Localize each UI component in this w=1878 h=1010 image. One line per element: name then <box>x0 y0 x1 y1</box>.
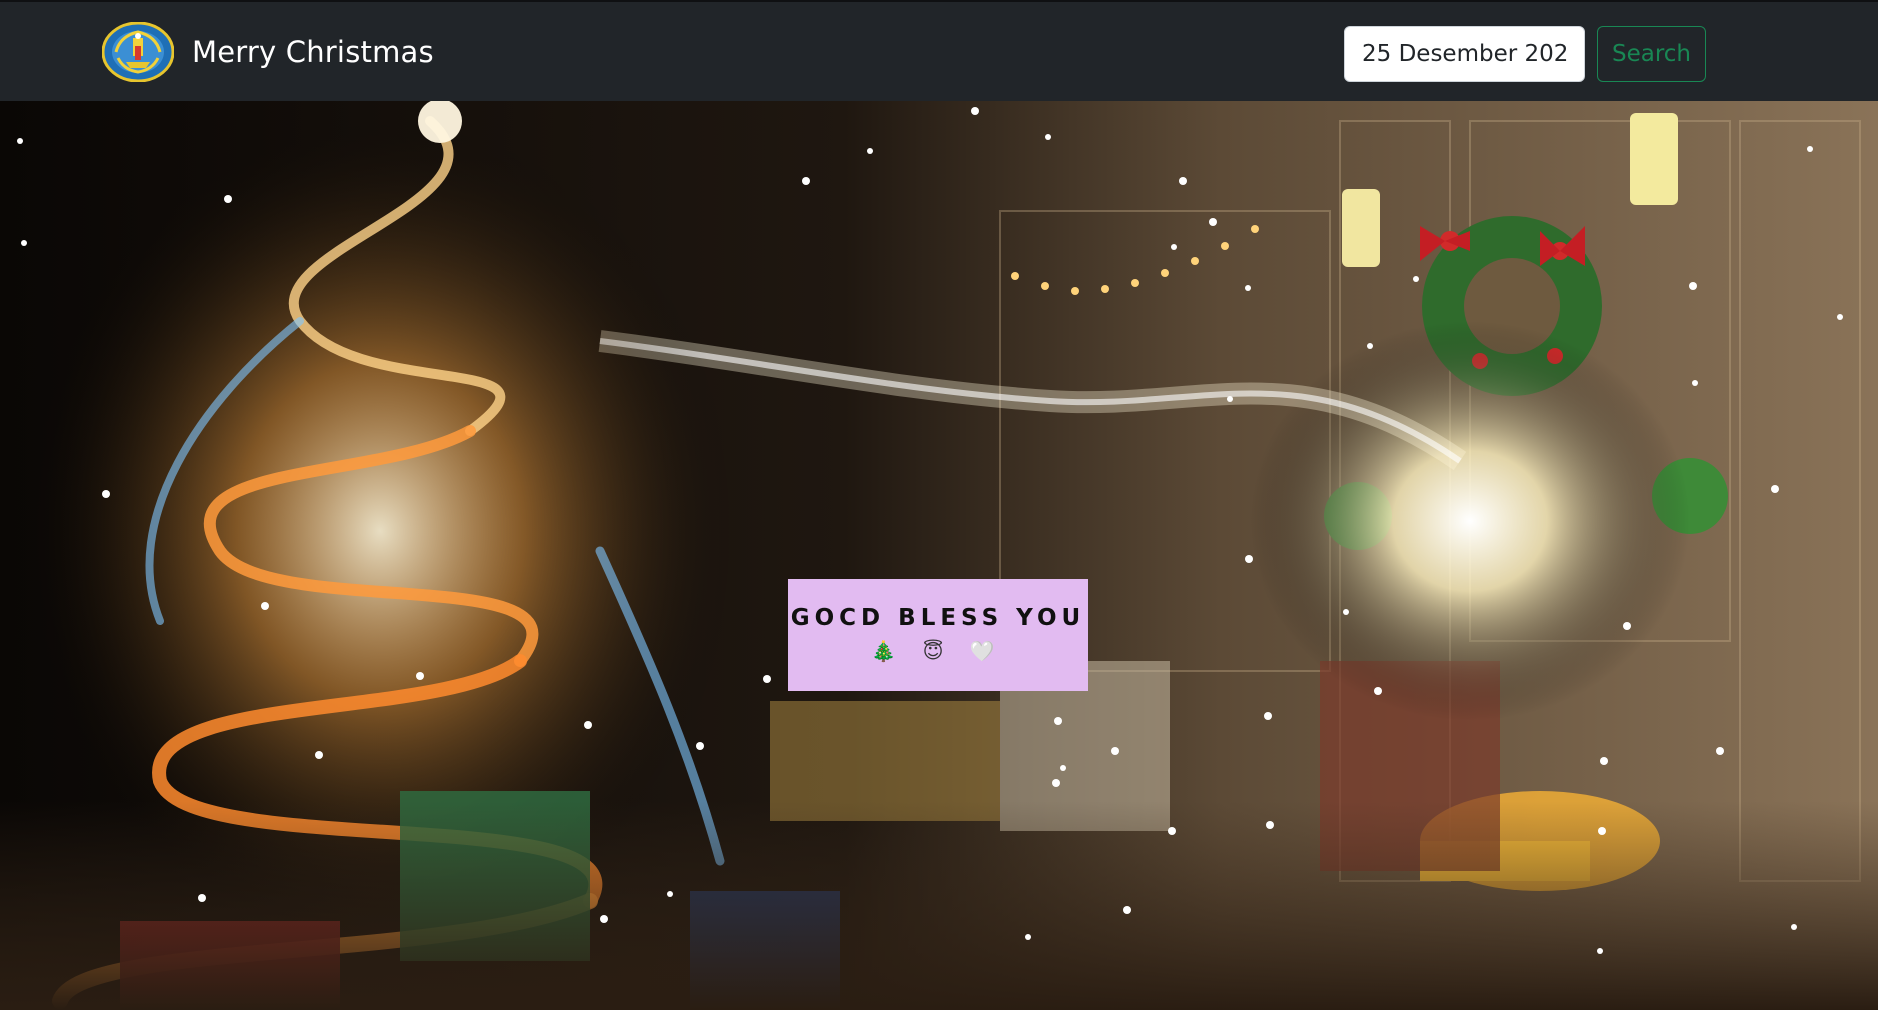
greeting-card: GOCD BLESS YOU 🎄 😇 🤍 <box>788 579 1088 691</box>
christmas-scene-image <box>0 101 1878 1010</box>
hero-background: GOCD BLESS YOU 🎄 😇 🤍 <box>0 101 1878 1010</box>
navbar-brand[interactable]: Merry Christmas <box>102 22 434 82</box>
brand-title: Merry Christmas <box>192 35 434 69</box>
school-crest-logo-icon <box>102 22 174 82</box>
greeting-emoji: 🎄 😇 🤍 <box>871 639 1005 663</box>
search-button[interactable]: Search <box>1597 26 1706 82</box>
greeting-title: GOCD BLESS YOU <box>790 605 1086 631</box>
search-input[interactable] <box>1344 26 1585 82</box>
search-form: Search <box>1344 26 1706 82</box>
top-navbar: Merry Christmas Search <box>0 0 1878 101</box>
